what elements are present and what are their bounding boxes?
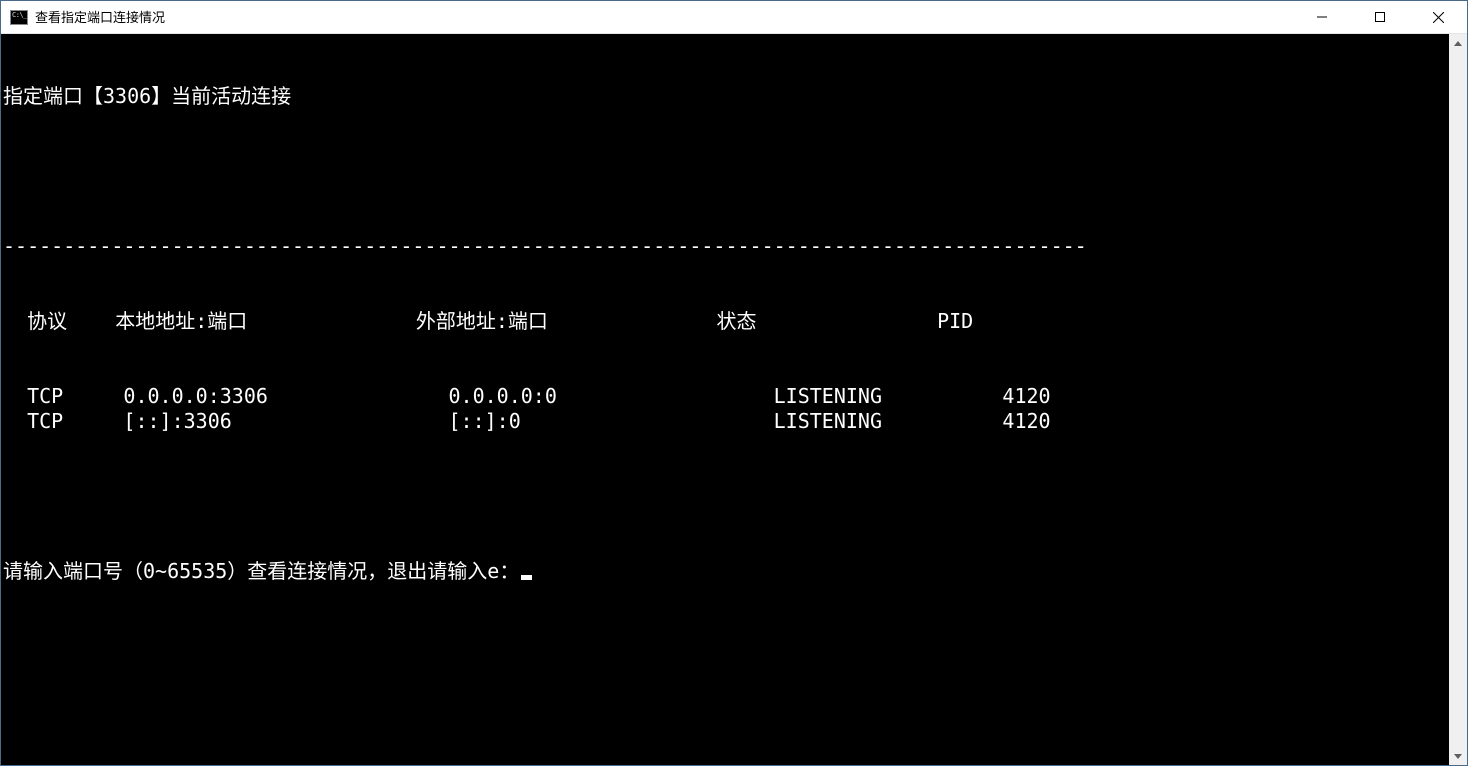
separator-line: ----------------------------------------… xyxy=(1,234,1449,259)
maximize-button[interactable] xyxy=(1351,1,1409,33)
cursor xyxy=(521,575,532,580)
table-row: TCP [::]:3306 [::]:0 LISTENING 4120 xyxy=(1,409,1449,434)
vertical-scrollbar[interactable] xyxy=(1449,34,1467,765)
terminal-output[interactable]: 指定端口【3306】当前活动连接 -----------------------… xyxy=(1,34,1449,765)
app-icon xyxy=(10,10,28,25)
close-icon xyxy=(1433,12,1444,23)
table-row: TCP 0.0.0.0:3306 0.0.0.0:0 LISTENING 412… xyxy=(1,384,1449,409)
close-button[interactable] xyxy=(1409,1,1467,33)
minimize-button[interactable] xyxy=(1293,1,1351,33)
scroll-up-button[interactable] xyxy=(1449,34,1467,52)
prompt-text: 请输入端口号（0~65535）查看连接情况，退出请输入e： xyxy=(3,559,519,583)
chevron-down-icon xyxy=(1454,754,1462,759)
minimize-icon xyxy=(1317,12,1327,22)
title-bar[interactable]: 查看指定端口连接情况 xyxy=(1,1,1467,34)
scroll-track[interactable] xyxy=(1449,52,1467,747)
rows-container: TCP 0.0.0.0:3306 0.0.0.0:0 LISTENING 412… xyxy=(1,384,1449,434)
window-title: 查看指定端口连接情况 xyxy=(35,1,1293,34)
app-window: 查看指定端口连接情况 指定端口【3306】当前活动连接 ------------… xyxy=(0,0,1468,766)
client-area: 指定端口【3306】当前活动连接 -----------------------… xyxy=(1,34,1467,765)
columns-header: 协议 本地地址:端口 外部地址:端口 状态 PID xyxy=(1,309,1449,334)
maximize-icon xyxy=(1375,12,1385,22)
scroll-down-button[interactable] xyxy=(1449,747,1467,765)
chevron-up-icon xyxy=(1454,41,1462,46)
heading-line: 指定端口【3306】当前活动连接 xyxy=(1,84,1449,109)
prompt-line: 请输入端口号（0~65535）查看连接情况，退出请输入e： xyxy=(1,559,1449,584)
blank-line xyxy=(1,484,1449,509)
window-controls xyxy=(1293,1,1467,33)
blank-line xyxy=(1,159,1449,184)
